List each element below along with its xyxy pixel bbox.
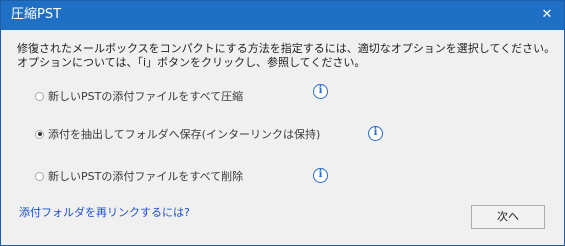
radio-delete-attachments[interactable]	[35, 171, 44, 181]
option-compress-label: 新しいPSTの添付ファイルをすべて圧縮	[48, 90, 244, 103]
info-icon-delete[interactable]: i	[313, 168, 328, 183]
radio-extract-attachments[interactable]	[35, 129, 44, 139]
info-icon-compress[interactable]: i	[313, 84, 328, 99]
close-icon[interactable]: ✕	[536, 4, 558, 26]
compact-pst-dialog: 圧縮PST ✕ 修復されたメールボックスをコンパクトにする方法を指定するには、適…	[0, 0, 565, 246]
option-extract-attachments[interactable]: 添付を抽出してフォルダへ保存(インターリンクは保持)	[35, 126, 320, 142]
dialog-body: 修復されたメールボックスをコンパクトにする方法を指定するには、適切なオプションを…	[1, 30, 564, 245]
next-button[interactable]: 次へ	[471, 205, 545, 229]
option-delete-label: 新しいPSTの添付ファイルをすべて削除	[48, 170, 244, 183]
option-compress-attachments[interactable]: 新しいPSTの添付ファイルをすべて圧縮	[35, 88, 243, 104]
title-bar[interactable]: 圧縮PST ✕	[1, 1, 564, 30]
option-extract-label: 添付を抽出してフォルダへ保存(インターリンクは保持)	[48, 128, 321, 141]
relink-attachment-folder-link[interactable]: 添付フォルダを再リンクするには?	[19, 204, 190, 220]
dialog-title: 圧縮PST	[11, 7, 62, 22]
description-line-1: 修復されたメールボックスをコンパクトにする方法を指定するには、適切なオプションを…	[17, 42, 556, 55]
option-delete-attachments[interactable]: 新しいPSTの添付ファイルをすべて削除	[35, 168, 243, 184]
radio-compress-attachments[interactable]	[35, 91, 44, 101]
description-line-2: オプションについては、「i」ボタンをクリックし、参照してください。	[17, 56, 366, 69]
info-icon-extract[interactable]: i	[368, 126, 383, 141]
